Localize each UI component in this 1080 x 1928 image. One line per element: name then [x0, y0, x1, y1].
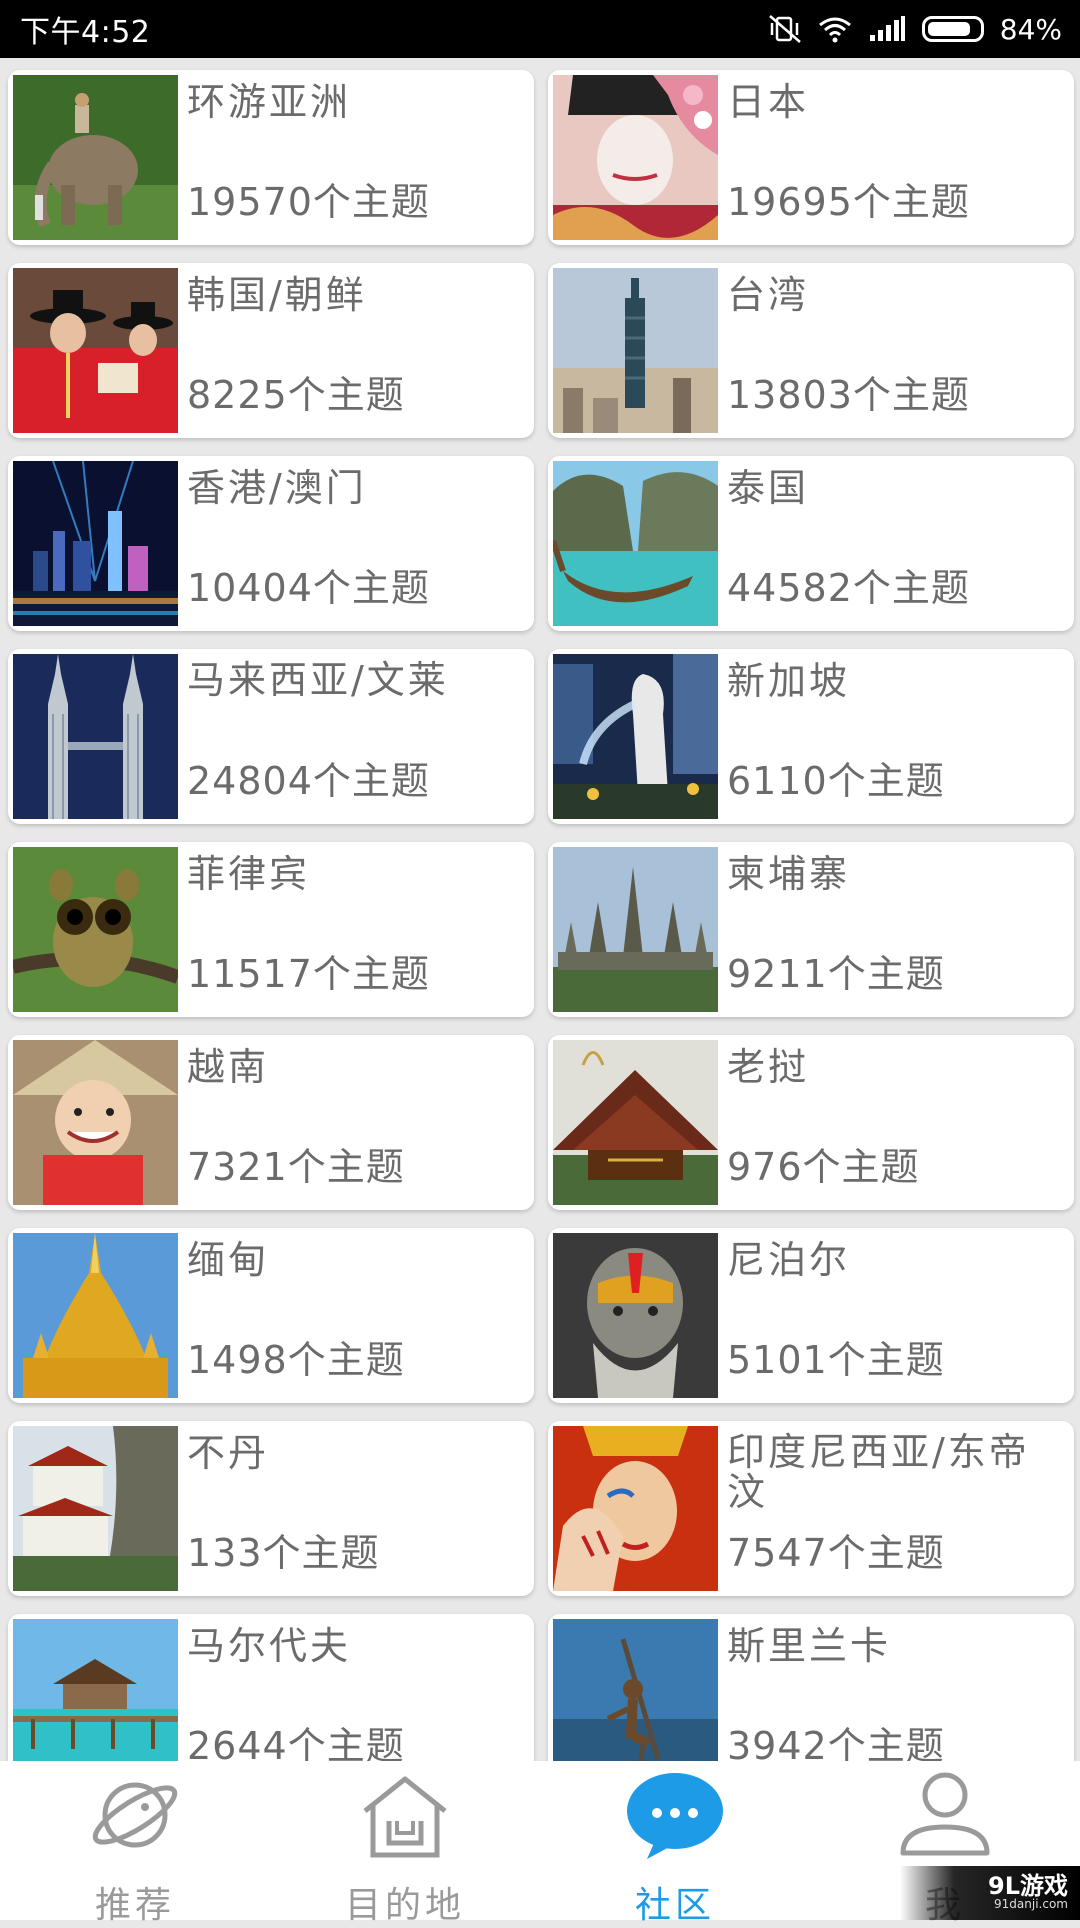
watermark-logo-text: 9L游戏	[988, 1872, 1068, 1901]
destination-name: 泰国	[727, 466, 810, 510]
topic-count: 3942个主题	[727, 1724, 945, 1761]
planet-icon	[85, 1771, 185, 1870]
topic-count: 6110个主题	[727, 759, 945, 803]
destination-name: 柬埔寨	[727, 852, 851, 896]
stilt-fisherman-photo	[553, 1619, 718, 1761]
watermark-url: 91danji.com	[994, 1897, 1068, 1912]
vietnamese-child-photo	[13, 1040, 178, 1205]
destination-name: 缅甸	[187, 1238, 270, 1282]
topic-count: 976个主题	[727, 1145, 920, 1189]
destination-card[interactable]: 柬埔寨 9211个主题	[548, 842, 1074, 1017]
destination-card[interactable]: 尼泊尔 5101个主题	[548, 1228, 1074, 1403]
status-icons: 84%	[768, 13, 1062, 46]
destination-name: 老挝	[727, 1045, 810, 1089]
destination-name: 日本	[727, 80, 810, 124]
destination-name: 越南	[187, 1045, 270, 1089]
battery-icon	[921, 16, 984, 42]
house-icon	[355, 1771, 455, 1870]
destination-name: 马尔代夫	[187, 1624, 352, 1668]
topic-count: 2644个主题	[187, 1724, 405, 1761]
topic-count: 9211个主题	[727, 952, 945, 996]
signal-icon	[868, 15, 906, 43]
golden-pagoda-photo	[13, 1233, 178, 1398]
topic-count: 19570个主题	[187, 180, 430, 224]
destination-card[interactable]: 马尔代夫 2644个主题	[8, 1614, 534, 1761]
nav-label-community: 社区	[634, 1885, 715, 1926]
destination-name: 马来西亚/文莱	[187, 658, 449, 702]
destination-name: 不丹	[187, 1431, 270, 1475]
sadhu-photo	[553, 1233, 718, 1398]
merlion-photo	[553, 654, 718, 819]
destination-list[interactable]: 环游亚洲 19570个主题 日本 19695个主题韩国/朝鲜 8225个主题 台湾 1380…	[0, 58, 1080, 1761]
overwater-bungalow-photo	[13, 1619, 178, 1761]
hong-kong-skyline-photo	[13, 461, 178, 626]
destination-name: 新加坡	[727, 659, 851, 703]
destination-card[interactable]: 越南 7321个主题	[8, 1035, 534, 1210]
destination-card[interactable]: 菲律宾 11517个主题	[8, 842, 534, 1017]
topic-count: 1498个主题	[187, 1338, 405, 1382]
destination-name: 环游亚洲	[187, 80, 352, 124]
destination-name: 斯里兰卡	[727, 1624, 892, 1668]
geisha-photo	[553, 75, 718, 240]
status-bar: 下午4:52 84%	[0, 0, 1080, 58]
vibrate-off-icon	[768, 14, 802, 44]
topic-count: 24804个主题	[187, 759, 430, 803]
tigers-nest-photo	[13, 1426, 178, 1591]
nav-tab-recommend[interactable]: 推荐	[0, 1761, 270, 1926]
destination-name: 尼泊尔	[727, 1238, 851, 1282]
destination-card[interactable]: 新加坡 6110个主题	[548, 649, 1074, 824]
destination-card[interactable]: 香港/澳门 10404个主题	[8, 456, 534, 631]
topic-count: 133个主题	[187, 1531, 380, 1575]
balinese-dancer-photo	[553, 1426, 718, 1591]
destination-card[interactable]: 环游亚洲 19570个主题	[8, 70, 534, 245]
destination-card[interactable]: 马来西亚/文莱 24804个主题	[8, 649, 534, 824]
destination-name: 印度尼西亚/东帝汶	[727, 1430, 1030, 1514]
destination-card[interactable]: 泰国 44582个主题	[548, 456, 1074, 631]
elephant-photo	[13, 75, 178, 240]
destination-card[interactable]: 台湾 13803个主题	[548, 263, 1074, 438]
angkor-wat-photo	[553, 847, 718, 1012]
nav-tab-community[interactable]: 社区	[540, 1761, 810, 1926]
taipei-101-photo	[553, 268, 718, 433]
destination-card[interactable]: 斯里兰卡 3942个主题	[548, 1614, 1074, 1761]
petronas-towers-photo	[13, 654, 178, 819]
topic-count: 10404个主题	[187, 566, 430, 610]
nav-label-destination: 目的地	[344, 1885, 465, 1926]
lao-temple-photo	[553, 1040, 718, 1205]
topic-count: 8225个主题	[187, 373, 405, 417]
destination-card[interactable]: 日本 19695个主题	[548, 70, 1074, 245]
destination-card[interactable]: 缅甸 1498个主题	[8, 1228, 534, 1403]
person-icon	[895, 1771, 995, 1870]
longtail-boat-photo	[553, 461, 718, 626]
destination-grid: 环游亚洲 19570个主题 日本 19695个主题韩国/朝鲜 8225个主题 台湾 1380…	[8, 70, 1074, 1761]
nav-label-recommend: 推荐	[94, 1885, 175, 1926]
destination-name: 香港/澳门	[187, 466, 367, 510]
topic-count: 7321个主题	[187, 1145, 405, 1189]
wifi-icon	[818, 15, 852, 43]
destination-name: 韩国/朝鲜	[187, 273, 367, 317]
destination-card[interactable]: 老挝 976个主题	[548, 1035, 1074, 1210]
destination-card[interactable]: 韩国/朝鲜 8225个主题	[8, 263, 534, 438]
nav-tab-destination[interactable]: 目的地	[270, 1761, 540, 1926]
topic-count: 44582个主题	[727, 566, 970, 610]
status-time: 下午4:52	[20, 15, 151, 50]
topic-count: 13803个主题	[727, 373, 970, 417]
destination-name: 台湾	[727, 273, 810, 317]
destination-name: 菲律宾	[187, 852, 311, 896]
tarsier-photo	[13, 847, 178, 1012]
destination-card[interactable]: 不丹 133个主题	[8, 1421, 534, 1596]
korean-guards-photo	[13, 268, 178, 433]
destination-card[interactable]: 印度尼西亚/东帝汶 7547个主题	[548, 1421, 1074, 1596]
site-watermark: 9L游戏 91danji.com	[900, 1866, 1080, 1920]
chat-bubble-icon	[625, 1771, 725, 1870]
topic-count: 19695个主题	[727, 180, 970, 224]
topic-count: 5101个主题	[727, 1338, 945, 1382]
topic-count: 7547个主题	[727, 1531, 945, 1575]
battery-percent: 84%	[999, 12, 1062, 46]
topic-count: 11517个主题	[187, 952, 430, 996]
